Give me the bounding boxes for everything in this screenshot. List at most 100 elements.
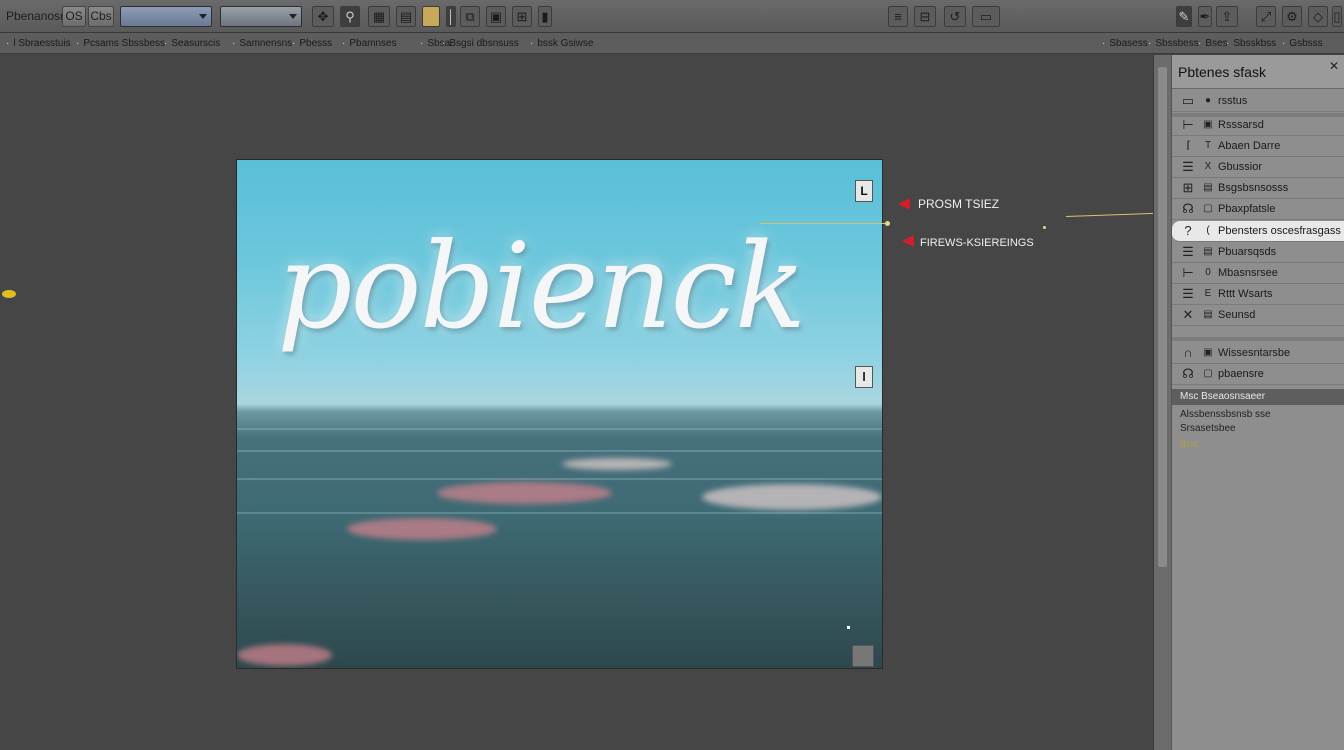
layer-row[interactable]: ☰ X Gbussior — [1172, 157, 1344, 178]
option-item[interactable]: bssk Gsiwse — [530, 36, 593, 51]
artistic-text-layer[interactable]: pobienck — [277, 206, 877, 366]
distribute-icon[interactable]: ⊟ — [914, 6, 936, 27]
visibility-icon[interactable]: X — [1202, 157, 1214, 177]
layer-label: Rsssarsd — [1218, 119, 1264, 131]
layer-row[interactable]: ☰ E Rttt Wsarts — [1172, 284, 1344, 305]
align-icon[interactable]: ≡ — [888, 6, 908, 27]
top-toolbar: Pbenanosriu OS Cbs ✥ ⚲ ▦ ▤ │ ⧉ ▣ ⊞ ▮ ≡ ⊟… — [0, 0, 1344, 33]
visibility-icon[interactable]: ● — [1202, 91, 1214, 111]
layer-row[interactable]: ⊞ ▤ Bsgsbsnsosss — [1172, 178, 1344, 199]
visibility-icon[interactable]: 0 — [1202, 263, 1214, 283]
grid-icon[interactable]: ▦ — [368, 6, 390, 27]
visibility-icon[interactable]: ( — [1202, 221, 1214, 241]
section-subheader[interactable]: Msc Bseaosnsaeer — [1172, 389, 1344, 405]
scrollbar-thumb[interactable] — [1158, 67, 1167, 567]
arrange-icon[interactable]: ▭ — [972, 6, 1000, 27]
layer-label: Rttt Wsarts — [1218, 288, 1273, 300]
anchor-marker[interactable] — [2, 290, 16, 298]
group-icon[interactable]: ⊞ — [512, 6, 532, 27]
settings-icon[interactable]: ⚙ — [1282, 6, 1302, 27]
expand-icon[interactable]: ⤢ — [1256, 6, 1276, 27]
option-item[interactable]: Bses — [1198, 36, 1227, 51]
document-canvas[interactable]: pobienck L l — [236, 159, 883, 669]
history-icon[interactable]: ↺ — [944, 6, 966, 27]
preset-select[interactable] — [220, 6, 302, 27]
options-bar: l Sbraesstuis Pcsams Sbssbess Seasurscis… — [0, 33, 1344, 54]
layer-marker-top[interactable]: L — [855, 180, 873, 202]
layout-icon[interactable]: ▤ — [396, 6, 416, 27]
layer-row-selected[interactable]: ? ( Pbensters oscesfrasgass — [1172, 221, 1344, 242]
layer-row[interactable]: ▭ ● rsstus — [1172, 91, 1344, 112]
pin-icon[interactable]: ⚲ — [340, 6, 360, 27]
option-item[interactable]: Pbamnses — [342, 36, 396, 51]
layer-row[interactable]: ∩ ▣ Wissesntarsbe — [1172, 343, 1344, 364]
visibility-icon[interactable]: ▢ — [1202, 364, 1214, 384]
guide-line — [760, 223, 890, 224]
panel-note: Bsst — [1180, 439, 1198, 449]
toolbar-button-os[interactable]: OS — [62, 6, 86, 27]
visibility-icon[interactable]: ▢ — [1202, 199, 1214, 219]
layer-row[interactable]: ⊢ 0 Mbasnsrsee — [1172, 263, 1344, 284]
sea-foam — [562, 458, 672, 470]
copy-icon[interactable]: ⧉ — [460, 6, 480, 27]
layer-row[interactable]: ☰ ▤ Pbuarsqsds — [1172, 242, 1344, 263]
close-icon[interactable]: ✕ — [1329, 59, 1339, 73]
layer-label: Seunsd — [1218, 309, 1256, 321]
option-item[interactable]: Sbasess — [1102, 36, 1147, 51]
option-item[interactable]: Gsbsss — [1282, 36, 1322, 51]
trash-icon[interactable]: ▮ — [538, 6, 552, 27]
option-item[interactable]: Bsgsi dbsnsuss — [442, 36, 518, 51]
option-item[interactable]: Seasurscis — [164, 36, 220, 51]
visibility-icon[interactable]: ▤ — [1202, 305, 1214, 325]
layer-row[interactable]: ✕ ▤ Seunsd — [1172, 305, 1344, 326]
layer-label: pbaensre — [1218, 368, 1264, 380]
handle-dot[interactable] — [847, 626, 850, 629]
workspace-select[interactable] — [120, 6, 212, 27]
callout-label-1: PROSM TSIEZ — [918, 197, 1000, 211]
layer-row[interactable]: ☊ ▢ Pbaxpfatsle — [1172, 199, 1344, 220]
visibility-icon[interactable]: E — [1202, 284, 1214, 304]
layer-type-icon: ☊ — [1182, 201, 1194, 216]
layer-type-icon: ∩ — [1183, 345, 1193, 360]
layer-type-icon: ☰ — [1182, 286, 1194, 301]
visibility-icon[interactable]: ▤ — [1202, 242, 1214, 262]
layer-row[interactable]: ⊢ ▣ Rsssarsd — [1172, 115, 1344, 136]
layer-type-icon: ✕ — [1182, 307, 1194, 322]
layer-marker-mid[interactable]: l — [855, 366, 873, 388]
guide-dot[interactable] — [1043, 226, 1046, 229]
panel-toggle-icon[interactable]: ▯ — [1332, 6, 1342, 27]
layer-row[interactable]: ☊ ▢ pbaensre — [1172, 364, 1344, 385]
diamond-icon[interactable]: ◇ — [1308, 6, 1328, 27]
option-item[interactable]: Pbesss — [292, 36, 332, 51]
wave-line — [237, 478, 882, 480]
sea-foam — [237, 644, 332, 666]
layer-type-icon: ☰ — [1182, 159, 1194, 174]
toolbar-button-cbs[interactable]: Cbs — [88, 6, 114, 27]
move-tool-icon[interactable]: ✥ — [312, 6, 334, 27]
visibility-icon[interactable]: T — [1202, 136, 1214, 156]
app-menu[interactable]: Pbenanosriu — [0, 6, 73, 27]
option-item[interactable]: Sbssbess — [1148, 36, 1198, 51]
callout-label-2: FIREWS-KSIEREINGS — [920, 237, 1034, 249]
color-swatch-icon[interactable] — [422, 6, 440, 27]
panel-scrollbar[interactable] — [1153, 55, 1171, 750]
option-item[interactable]: Pcsams Sbssbess — [76, 36, 165, 51]
layer-type-icon: ⊢ — [1182, 265, 1194, 280]
option-item[interactable]: Samnensns — [232, 36, 292, 51]
panel-note: Alssbenssbsnsb sse — [1180, 409, 1271, 420]
guide-dot[interactable] — [885, 221, 890, 226]
export-icon[interactable]: ⇪ — [1216, 6, 1238, 27]
divider-icon: │ — [446, 6, 456, 27]
option-item[interactable]: l Sbraesstuis — [6, 36, 70, 51]
layers-panel: Pbtenes sfask ✕ ▭ ● rsstus ⊢ ▣ Rsssarsd … — [1171, 55, 1344, 750]
frame-icon[interactable]: ▣ — [486, 6, 506, 27]
option-item[interactable]: Sbsskbss — [1226, 36, 1276, 51]
visibility-icon[interactable]: ▣ — [1202, 115, 1214, 135]
layer-label: Wissesntarsbe — [1218, 347, 1291, 359]
visibility-icon[interactable]: ▤ — [1202, 178, 1214, 198]
visibility-icon[interactable]: ▣ — [1202, 343, 1214, 363]
panel-header: Pbtenes sfask ✕ — [1172, 55, 1344, 89]
pen-icon[interactable]: ✒ — [1198, 6, 1212, 27]
layer-row[interactable]: ſ T Abaen Darre — [1172, 136, 1344, 157]
brush-icon[interactable]: ✎ — [1176, 6, 1192, 27]
